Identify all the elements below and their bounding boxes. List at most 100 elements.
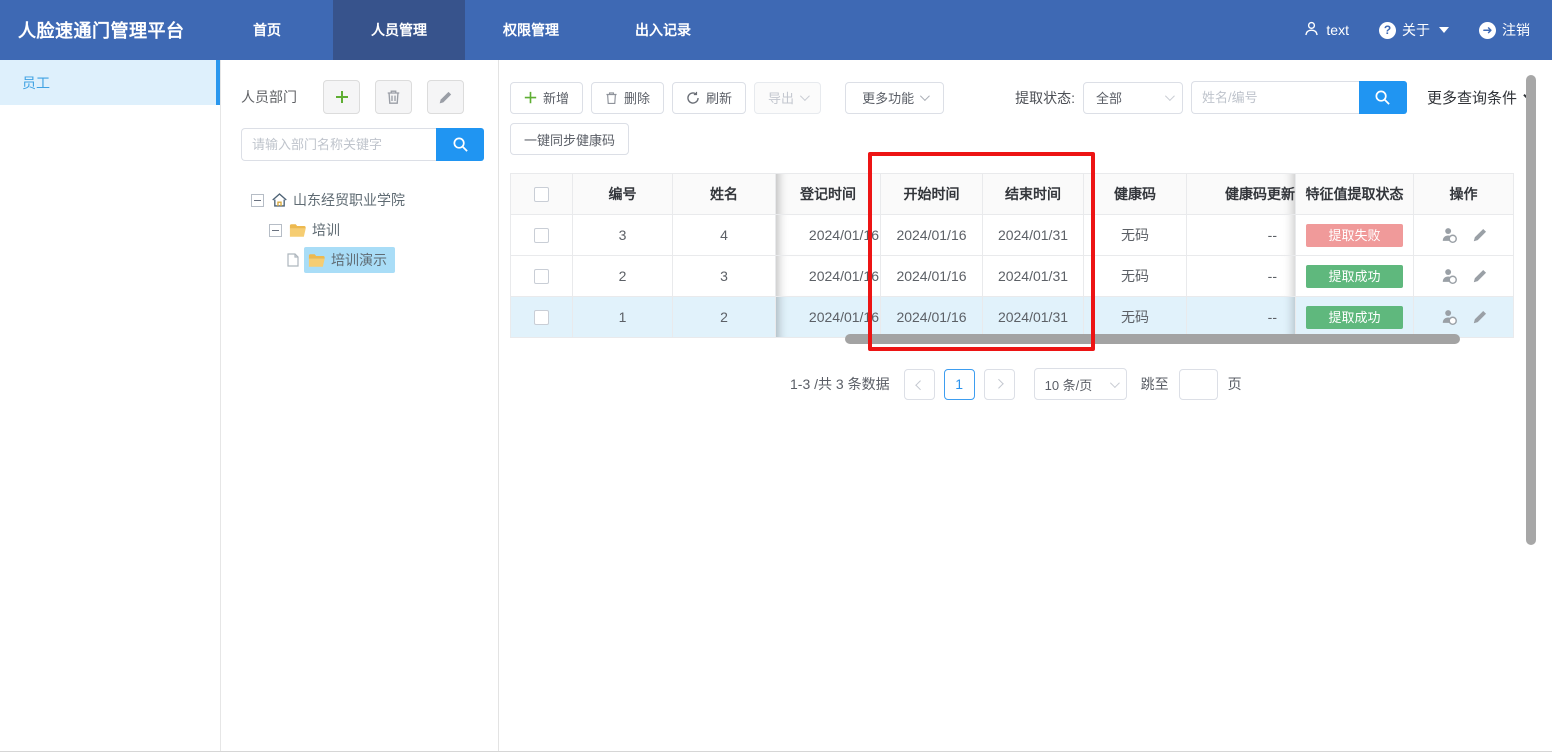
next-page-button[interactable]	[984, 369, 1015, 400]
chevron-down-icon	[1165, 91, 1175, 101]
cell-name: 2	[673, 297, 776, 338]
collapse-icon[interactable]	[269, 224, 282, 237]
tree-node-training[interactable]: 培训	[241, 215, 484, 245]
main-content: 新增 删除 刷新 导出	[499, 60, 1552, 752]
header-extract-status: 特征值提取状态	[1296, 174, 1414, 215]
name-search-input[interactable]	[1191, 81, 1359, 114]
chevron-down-icon	[1110, 378, 1120, 388]
delete-button[interactable]: 删除	[591, 82, 664, 114]
folder-icon	[308, 253, 326, 268]
tab-permission[interactable]: 权限管理	[465, 0, 597, 60]
cell-register-time: 2024/01/16	[776, 256, 881, 297]
tree-node-label: 培训	[312, 220, 340, 240]
more-functions-label: 更多功能	[862, 88, 914, 107]
add-department-button[interactable]	[323, 80, 360, 114]
header-name: 姓名	[673, 174, 776, 215]
cell-health-update: --	[1187, 297, 1296, 338]
cell-end-time: 2024/01/31	[983, 297, 1084, 338]
name-search	[1191, 81, 1407, 114]
user-menu[interactable]: text	[1303, 20, 1349, 40]
chevron-down-icon	[920, 91, 930, 101]
edit-department-button[interactable]	[427, 80, 464, 114]
user-icon	[1303, 20, 1320, 40]
tab-home[interactable]: 首页	[201, 0, 333, 60]
edit-icon[interactable]	[1472, 268, 1488, 284]
left-sidebar: 员工	[0, 60, 221, 752]
about-label: 关于	[1402, 20, 1430, 40]
prev-page-button[interactable]	[904, 369, 935, 400]
extract-status-label: 提取状态:	[1015, 88, 1075, 108]
toolbar-row2: 一键同步健康码	[510, 123, 1532, 155]
face-capture-icon[interactable]	[1440, 308, 1459, 326]
jump-page-input[interactable]	[1179, 369, 1218, 400]
cell-end-time: 2024/01/31	[983, 215, 1084, 256]
cell-health-code: 无码	[1084, 297, 1187, 338]
about-menu[interactable]: ? 关于	[1379, 20, 1449, 40]
more-query-toggle[interactable]: 更多查询条件	[1427, 87, 1532, 108]
chevron-left-icon	[915, 380, 925, 390]
export-button[interactable]: 导出	[754, 82, 821, 114]
horizontal-scrollbar[interactable]	[845, 334, 1460, 344]
cell-register-time: 2024/01/16	[776, 215, 881, 256]
cell-id: 3	[573, 215, 673, 256]
delete-button-label: 删除	[624, 88, 650, 107]
extract-status-value: 全部	[1096, 88, 1122, 107]
name-search-button[interactable]	[1359, 81, 1407, 114]
department-search-input[interactable]	[241, 128, 436, 161]
tree-node-training-demo[interactable]: 培训演示	[241, 245, 484, 275]
extract-status-select[interactable]: 全部	[1083, 82, 1183, 114]
more-functions-button[interactable]: 更多功能	[845, 82, 944, 114]
extract-status-badge: 提取成功	[1306, 306, 1403, 329]
table-header-row: 编号 姓名 登记时间 开始时间 结束时间 健康码 健康码更新 特征值提取状态 操…	[511, 174, 1514, 215]
department-tree: 山东经贸职业学院 培训	[241, 185, 484, 275]
tab-access-records[interactable]: 出入记录	[597, 0, 729, 60]
row-checkbox[interactable]	[534, 269, 549, 284]
logout-button[interactable]: ➜ 注销	[1479, 20, 1530, 40]
cell-start-time: 2024/01/16	[881, 297, 983, 338]
add-button[interactable]: 新增	[510, 82, 583, 114]
header-end-time: 结束时间	[983, 174, 1084, 215]
row-checkbox[interactable]	[534, 310, 549, 325]
sync-health-code-label: 一键同步健康码	[524, 130, 615, 149]
row-checkbox[interactable]	[534, 228, 549, 243]
tab-personnel[interactable]: 人员管理	[333, 0, 465, 60]
chevron-down-icon	[800, 91, 810, 101]
sidebar-item-employee[interactable]: 员工	[0, 60, 220, 105]
department-search-button[interactable]	[436, 128, 484, 161]
cell-id: 1	[573, 297, 673, 338]
page-body: 员工 人员部门	[0, 60, 1552, 752]
pagination: 1-3 /共 3 条数据 1 10 条/页 跳至 页	[790, 368, 1532, 400]
logout-label: 注销	[1502, 20, 1530, 40]
sync-health-code-button[interactable]: 一键同步健康码	[510, 123, 629, 155]
face-capture-icon[interactable]	[1440, 226, 1459, 244]
header-start-time: 开始时间	[881, 174, 983, 215]
top-navbar: 人脸速通门管理平台 首页 人员管理 权限管理 出入记录 text ? 关于	[0, 0, 1552, 60]
page-number-button[interactable]: 1	[944, 369, 975, 400]
edit-icon[interactable]	[1472, 227, 1488, 243]
delete-department-button[interactable]	[375, 80, 412, 114]
cell-name: 3	[673, 256, 776, 297]
edit-icon[interactable]	[1472, 309, 1488, 325]
page-size-value: 10 条/页	[1045, 375, 1093, 394]
table-row[interactable]: 3 4 2024/01/16 2024/01/16 2024/01/31 无码 …	[511, 215, 1514, 256]
header-id: 编号	[573, 174, 673, 215]
cell-health-update: --	[1187, 215, 1296, 256]
table-row[interactable]: 2 3 2024/01/16 2024/01/16 2024/01/31 无码 …	[511, 256, 1514, 297]
department-search	[241, 128, 484, 161]
jump-label: 跳至	[1141, 374, 1169, 394]
refresh-button[interactable]: 刷新	[672, 82, 746, 114]
select-all-checkbox[interactable]	[534, 187, 549, 202]
app-window: 人脸速通门管理平台 首页 人员管理 权限管理 出入记录 text ? 关于	[0, 0, 1552, 752]
personnel-table: 编号 姓名 登记时间 开始时间 结束时间 健康码 健康码更新 特征值提取状态 操…	[510, 173, 1513, 338]
export-button-label: 导出	[768, 88, 794, 107]
cell-health-code: 无码	[1084, 256, 1187, 297]
header-select	[511, 174, 573, 215]
extract-status-badge: 提取成功	[1306, 265, 1403, 288]
face-capture-icon[interactable]	[1440, 267, 1459, 285]
page-size-select[interactable]: 10 条/页	[1034, 368, 1127, 400]
vertical-scrollbar[interactable]	[1526, 75, 1536, 545]
app-title: 人脸速通门管理平台	[0, 0, 201, 60]
collapse-icon[interactable]	[251, 194, 264, 207]
table-row-highlighted[interactable]: 1 2 2024/01/16 2024/01/16 2024/01/31 无码 …	[511, 297, 1514, 338]
tree-node-college[interactable]: 山东经贸职业学院	[241, 185, 484, 215]
